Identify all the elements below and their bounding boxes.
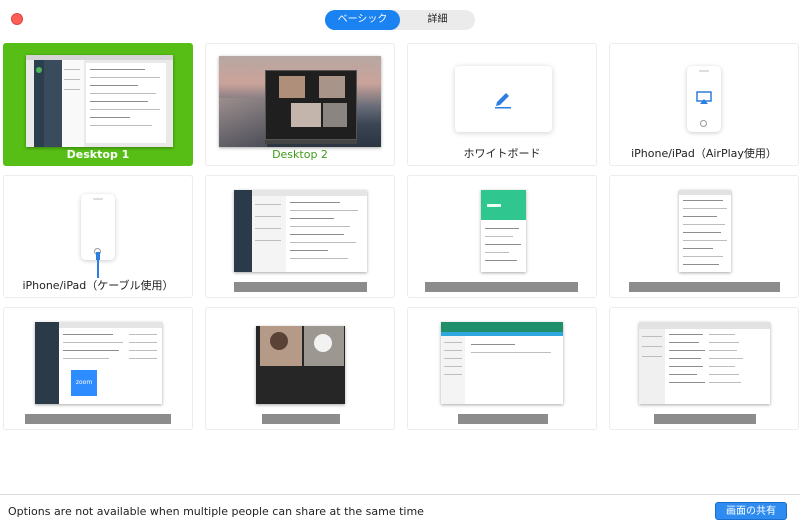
window-preview xyxy=(441,322,563,404)
tile-desktop-1[interactable]: Desktop 1 xyxy=(3,43,193,166)
tile-window-web-app[interactable] xyxy=(407,307,597,430)
tile-whiteboard[interactable]: ホワイトボード xyxy=(407,43,597,166)
tile-window-video[interactable] xyxy=(205,307,395,430)
tile-desktop-2[interactable]: Desktop 2 xyxy=(205,43,395,166)
window-title-redacted xyxy=(425,282,578,292)
phone-cable-preview xyxy=(81,194,115,260)
window-preview xyxy=(639,322,770,404)
window-preview xyxy=(679,190,731,272)
window-preview: zoom xyxy=(35,322,162,404)
share-screen-button[interactable]: 画面の共有 xyxy=(715,502,787,520)
tile-label: Desktop 1 xyxy=(66,148,130,161)
window-preview xyxy=(256,326,345,404)
desktop-2-preview xyxy=(219,56,381,147)
window-preview xyxy=(481,190,526,272)
window-title-redacted xyxy=(234,282,367,292)
tile-label: iPhone/iPad（AirPlay使用） xyxy=(631,147,777,160)
tile-label: iPhone/iPad（ケーブル使用） xyxy=(22,279,174,292)
airplay-icon xyxy=(696,91,712,104)
share-mode-tabs: ベーシック 詳細 xyxy=(325,10,475,30)
phone-airplay-preview xyxy=(687,66,721,132)
whiteboard-preview xyxy=(455,66,552,132)
window-title-redacted xyxy=(654,414,756,424)
window-title-redacted xyxy=(458,414,548,424)
window-preview xyxy=(234,190,367,272)
share-source-grid: Desktop 1 Desktop 2 ホワイトボード iPhone/iPad（… xyxy=(3,43,799,430)
tile-iphone-cable[interactable]: iPhone/iPad（ケーブル使用） xyxy=(3,175,193,298)
window-title-redacted xyxy=(25,414,171,424)
footer-message: Options are not available when multiple … xyxy=(8,505,424,518)
tile-iphone-airplay[interactable]: iPhone/iPad（AirPlay使用） xyxy=(609,43,799,166)
tile-label: ホワイトボード xyxy=(463,147,541,160)
lightning-cable-icon xyxy=(96,252,100,278)
tile-window-phone-app[interactable] xyxy=(407,175,597,298)
tab-advanced[interactable]: 詳細 xyxy=(400,10,475,30)
tile-window-zoom[interactable]: zoom xyxy=(3,307,193,430)
zoom-logo: zoom xyxy=(71,370,97,396)
tile-window-feed[interactable] xyxy=(609,175,799,298)
desktop-1-preview xyxy=(26,55,173,147)
window-title-redacted xyxy=(629,282,780,292)
close-icon[interactable] xyxy=(11,13,23,25)
tile-window-mail[interactable] xyxy=(205,175,395,298)
tab-basic[interactable]: ベーシック xyxy=(325,10,400,30)
tile-label: Desktop 2 xyxy=(272,148,328,161)
tile-window-finder[interactable] xyxy=(609,307,799,430)
window-title-redacted xyxy=(262,414,340,424)
footer-divider xyxy=(0,494,800,495)
pen-icon xyxy=(495,93,511,109)
